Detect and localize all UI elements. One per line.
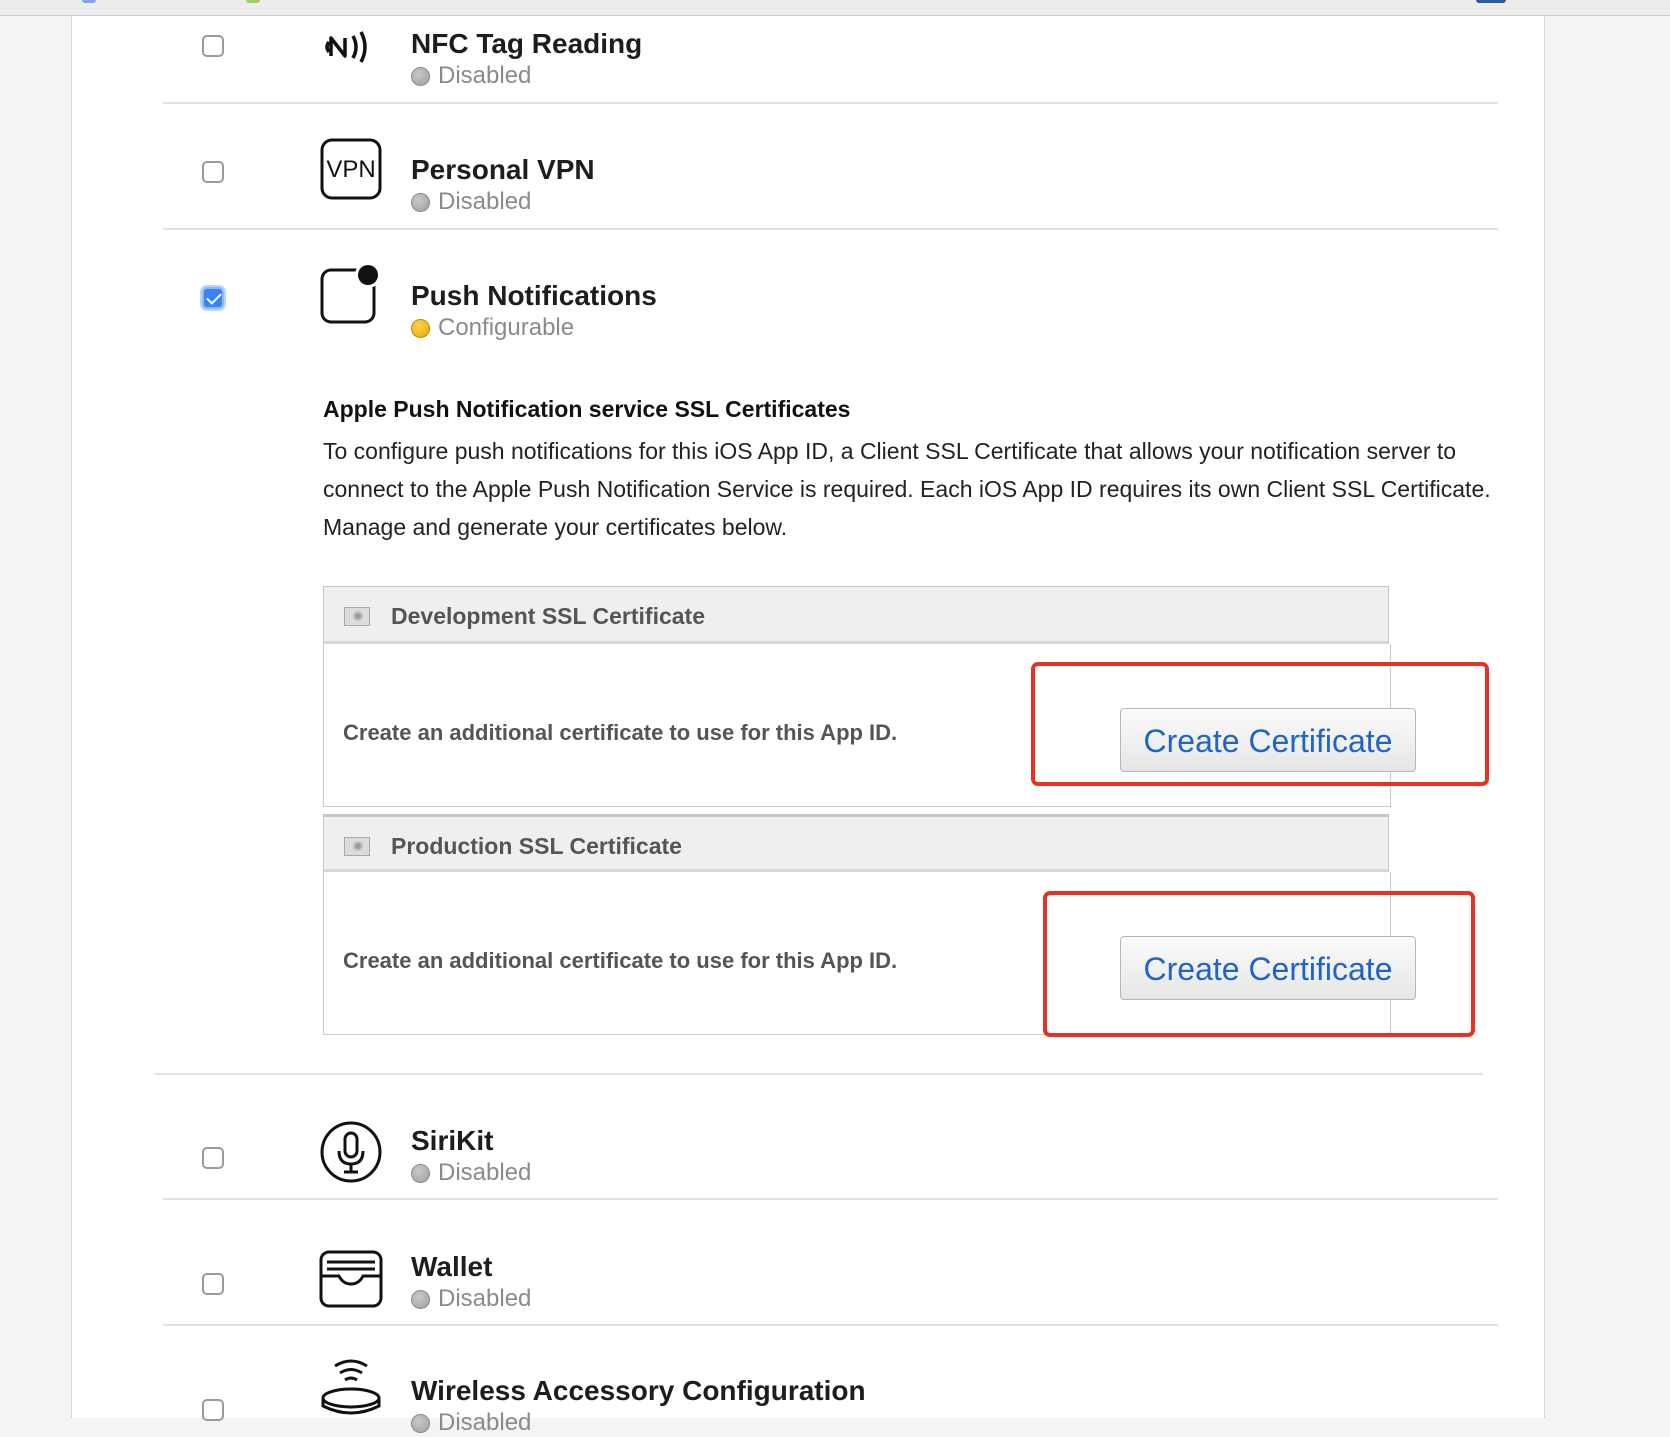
annotation-highlight	[1043, 891, 1475, 1037]
vpn-icon: VPN	[320, 138, 382, 200]
development-cert-header: Development SSL Certificate	[323, 586, 1389, 644]
production-cert-title: Production SSL Certificate	[391, 833, 682, 859]
status-disabled-icon	[411, 192, 430, 212]
development-cert-text: Create an additional certificate to use …	[343, 720, 898, 745]
capability-status: Disabled	[411, 1159, 531, 1187]
production-cert-header: Production SSL Certificate	[323, 814, 1389, 872]
capability-status: Configurable	[411, 314, 574, 342]
checkbox-push-notifications[interactable]	[202, 287, 224, 309]
capability-status: Disabled	[411, 188, 531, 216]
capability-title: Personal VPN	[411, 154, 595, 185]
apns-description: To configure push notifications for this…	[323, 438, 1491, 540]
capabilities-panel: NFC Tag Reading Disabled VPN Personal VP…	[71, 16, 1545, 1436]
certificate-icon	[344, 837, 370, 856]
status-disabled-icon	[411, 66, 430, 86]
checkbox-sirikit[interactable]	[202, 1147, 224, 1169]
status-label: Configurable	[438, 314, 575, 341]
status-label: Disabled	[438, 1159, 532, 1186]
page-gutter	[1544, 16, 1670, 1418]
checkbox-nfc-tag-reading[interactable]	[202, 35, 224, 57]
svg-text:VPN: VPN	[326, 156, 375, 183]
status-disabled-icon	[411, 1289, 430, 1309]
checkbox-personal-vpn[interactable]	[202, 161, 224, 183]
development-cert-title: Development SSL Certificate	[391, 603, 706, 629]
row-divider	[163, 102, 1498, 104]
status-label: Disabled	[438, 1409, 532, 1436]
checkbox-wallet[interactable]	[202, 1273, 224, 1295]
status-disabled-icon	[411, 1413, 430, 1433]
wireless-accessory-icon	[321, 1359, 381, 1415]
status-label: Disabled	[438, 188, 532, 215]
browser-top-bar	[0, 0, 1670, 16]
capability-title: SiriKit	[411, 1125, 494, 1156]
status-configurable-icon	[411, 318, 430, 338]
status-disabled-icon	[411, 1163, 430, 1183]
capability-status: Disabled	[411, 1285, 531, 1313]
certificate-icon	[344, 607, 370, 626]
row-divider	[163, 1324, 1498, 1326]
row-divider	[163, 228, 1498, 230]
capability-title: Push Notifications	[411, 280, 657, 311]
capability-status: Disabled	[411, 62, 531, 90]
capability-title: Wireless Accessory Configuration	[411, 1375, 866, 1406]
row-divider	[163, 1198, 1498, 1200]
capability-title: NFC Tag Reading	[411, 28, 643, 59]
apns-section-title: Apple Push Notification service SSL Cert…	[323, 396, 851, 422]
wallet-icon	[319, 1250, 383, 1308]
microphone-icon	[320, 1121, 382, 1183]
capability-title: Wallet	[411, 1251, 493, 1282]
status-label: Disabled	[438, 62, 532, 89]
annotation-highlight	[1031, 662, 1489, 786]
status-label: Disabled	[438, 1285, 532, 1312]
row-divider	[154, 1073, 1483, 1075]
capability-status: Disabled	[411, 1409, 531, 1437]
push-notification-icon	[320, 262, 381, 324]
production-cert-text: Create an additional certificate to use …	[343, 948, 898, 973]
nfc-icon	[325, 31, 367, 63]
